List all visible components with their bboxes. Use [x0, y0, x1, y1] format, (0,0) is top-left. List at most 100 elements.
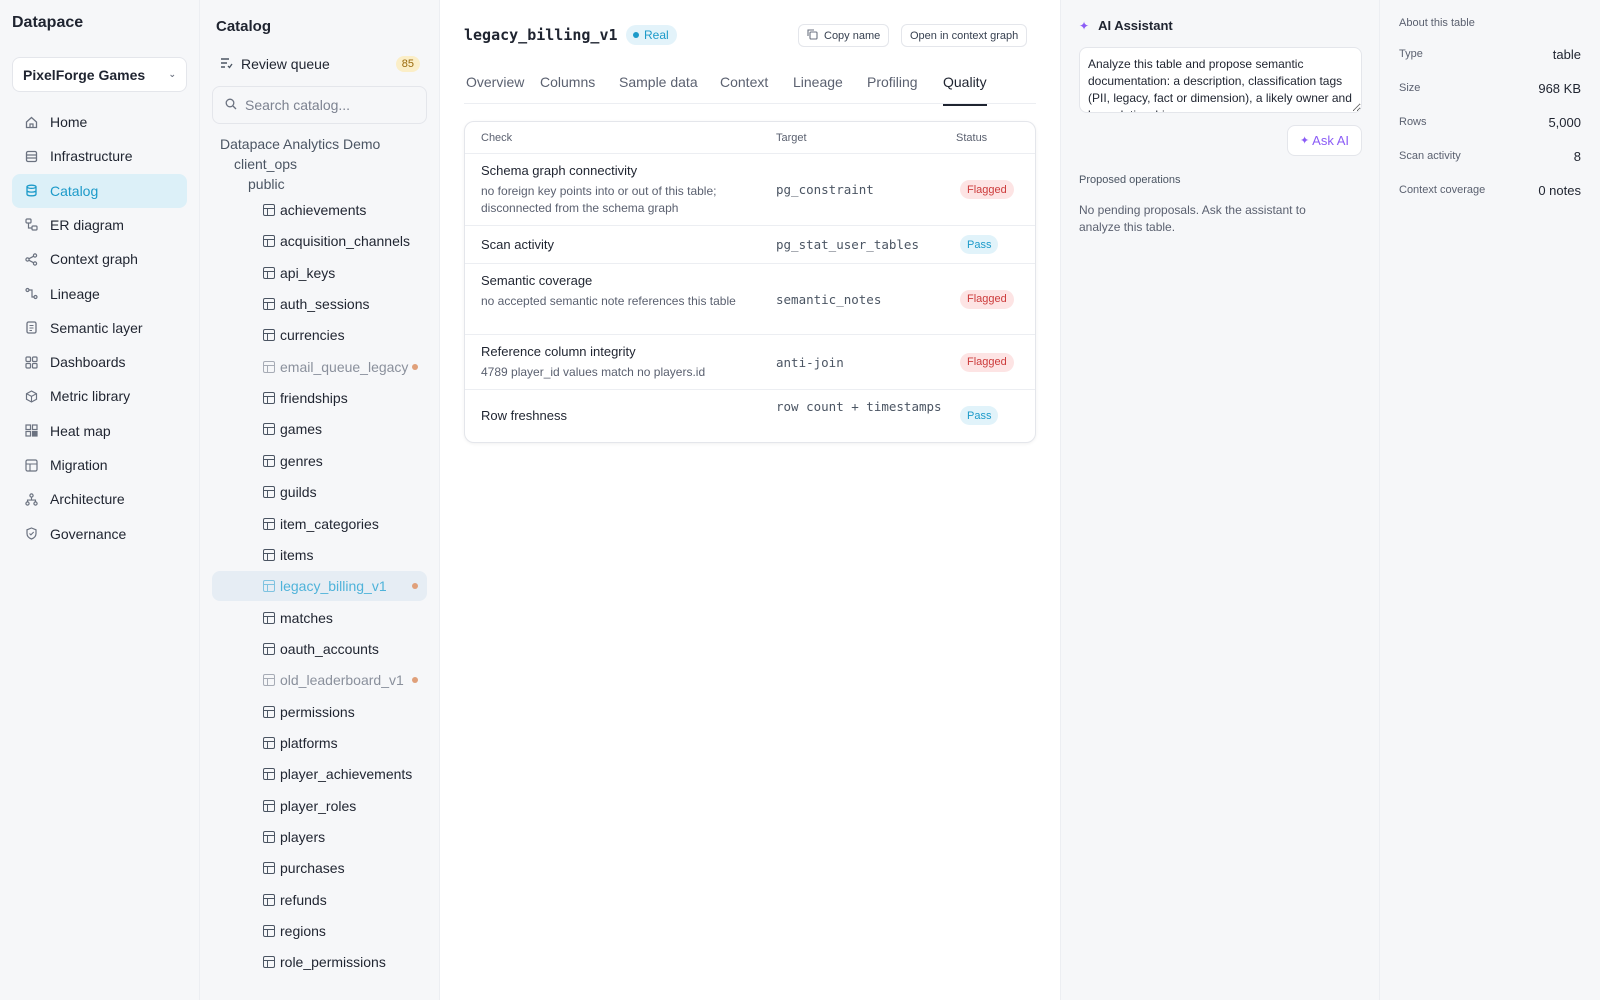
check-title: Reference column integrity: [481, 344, 636, 359]
ai-assistant-title: ✦ AI Assistant: [1079, 18, 1173, 33]
nav-item-governance[interactable]: Governance: [12, 517, 187, 551]
about-row-type: Type table: [1399, 44, 1581, 64]
nav-item-heat-map[interactable]: Heat map: [12, 414, 187, 448]
tab-context[interactable]: Context: [720, 74, 768, 104]
table-item-label: matches: [280, 609, 333, 626]
tab-bar: Overview Columns Sample data Context Lineage…: [464, 62, 1036, 106]
ai-assistant-panel: ✦ AI Assistant ✦ Ask AI Proposed operati…: [1060, 0, 1380, 1000]
nav-item-context-graph[interactable]: Context graph: [12, 242, 187, 276]
table-item-player-roles[interactable]: player_roles: [212, 791, 427, 821]
ai-prompt-input[interactable]: [1079, 47, 1362, 113]
table-item-refunds[interactable]: refunds: [212, 885, 427, 915]
open-context-graph-button[interactable]: Open in context graph: [901, 24, 1028, 47]
table-item-purchases[interactable]: purchases: [212, 853, 427, 883]
table-item-label: item_categories: [280, 515, 379, 532]
table-item-label: purchases: [280, 860, 345, 877]
tab-overview[interactable]: Overview: [466, 74, 524, 104]
nav-item-label: ER diagram: [50, 216, 124, 233]
table-item-label: acquisition_channels: [280, 233, 410, 250]
table-item-platforms[interactable]: platforms: [212, 728, 427, 758]
tab-profiling[interactable]: Profiling: [867, 74, 918, 104]
tab-columns[interactable]: Columns: [540, 74, 595, 104]
main-content: legacy_billing_v1 Real Copy name Open in…: [440, 0, 1060, 1000]
architecture-icon: [24, 492, 38, 506]
table-item-regions[interactable]: regions: [212, 916, 427, 946]
table-item-old-leaderboard-v1[interactable]: old_leaderboard_v1: [212, 665, 427, 695]
nav-item-metric-library[interactable]: Metric library: [12, 379, 187, 413]
tab-quality[interactable]: Quality: [943, 74, 987, 106]
nav-item-label: Architecture: [50, 491, 125, 508]
table-item-items[interactable]: items: [212, 540, 427, 570]
table-icon: [263, 768, 275, 781]
table-item-item-categories[interactable]: item_categories: [212, 509, 427, 539]
table-item-players[interactable]: players: [212, 822, 427, 852]
table-item-currencies[interactable]: currencies: [212, 320, 427, 350]
nav-item-semantic-layer[interactable]: Semantic layer: [12, 311, 187, 345]
table-item-label: friendships: [280, 390, 348, 407]
nav-item-architecture[interactable]: Architecture: [12, 482, 187, 516]
check-description: no foreign key points into or out of thi…: [481, 184, 717, 215]
tree-database[interactable]: Datapace Analytics Demo: [220, 136, 380, 152]
nav-item-label: Metric library: [50, 388, 131, 405]
database-icon: [24, 184, 38, 198]
tab-sample-data[interactable]: Sample data: [619, 74, 698, 104]
nav-item-migration[interactable]: Migration: [12, 448, 187, 482]
page-title: legacy_billing_v1: [464, 26, 618, 44]
nav-item-dashboards[interactable]: Dashboards: [12, 345, 187, 379]
table-icon: [263, 736, 275, 749]
nav-item-label: Home: [50, 114, 88, 130]
nav-item-infrastructure[interactable]: Infrastructure: [12, 139, 187, 173]
proposed-operations-empty: No pending proposals. Ask the assistant …: [1079, 203, 1306, 234]
target-cell: semantic_notes: [776, 291, 882, 307]
nav-item-label: Heat map: [50, 422, 111, 439]
about-key: Size: [1399, 82, 1421, 94]
catalog-search-input[interactable]: [245, 97, 415, 113]
table-icon: [263, 423, 275, 436]
tab-lineage[interactable]: Lineage: [793, 74, 843, 104]
home-icon: [24, 115, 38, 129]
nav-item-home[interactable]: Home: [12, 105, 187, 139]
table-item-api-keys[interactable]: api_keys: [212, 258, 427, 288]
nav-item-label: Context graph: [50, 251, 138, 268]
nav-item-er-diagram[interactable]: ER diagram: [12, 208, 187, 242]
about-value: 5,000: [1548, 114, 1581, 130]
table-item-oauth-accounts[interactable]: oauth_accounts: [212, 634, 427, 664]
table-item-auth-sessions[interactable]: auth_sessions: [212, 289, 427, 319]
catalog-search-box: [212, 86, 427, 124]
table-item-email-queue-legacy[interactable]: email_queue_legacy: [212, 352, 427, 382]
table-item-guilds[interactable]: guilds: [212, 477, 427, 507]
status-badge: Flagged: [960, 352, 1014, 372]
table-item-role-permissions[interactable]: role_permissions: [212, 947, 427, 977]
tree-schema[interactable]: client_ops: [234, 156, 297, 172]
table-item-friendships[interactable]: friendships: [212, 383, 427, 413]
about-value: 0 notes: [1538, 182, 1581, 198]
status-badge: Pass: [960, 235, 999, 254]
cube-icon: [24, 389, 38, 403]
ask-ai-button[interactable]: ✦ Ask AI: [1287, 125, 1362, 156]
table-item-label: items: [280, 546, 314, 563]
table-icon: [263, 956, 275, 969]
about-key: Rows: [1399, 116, 1427, 128]
quality-table: Check Target Status Schema graph connect…: [464, 121, 1036, 443]
table-item-player-achievements[interactable]: player_achievements: [212, 759, 427, 789]
table-icon: [263, 517, 275, 530]
table-item-achievements[interactable]: achievements: [212, 195, 427, 225]
table-row: Row freshness row count + timestamps Pass: [465, 390, 1035, 442]
table-item-permissions[interactable]: permissions: [212, 697, 427, 727]
table-item-acquisition-channels[interactable]: acquisition_channels: [212, 226, 427, 256]
table-item-legacy-billing-v1[interactable]: legacy_billing_v1: [212, 571, 427, 602]
tree-subschema[interactable]: public: [248, 176, 285, 192]
table-item-genres[interactable]: genres: [212, 446, 427, 476]
table-item-games[interactable]: games: [212, 414, 427, 444]
copy-name-button[interactable]: Copy name: [798, 24, 890, 47]
workspace-selector[interactable]: PixelForge Games ⌄: [12, 57, 187, 92]
table-icon: [263, 925, 275, 938]
table-icon: [263, 329, 275, 342]
nav-item-lineage[interactable]: Lineage: [12, 277, 187, 311]
table-icon: [263, 674, 275, 687]
check-cell: Row freshness: [481, 408, 751, 423]
nav-item-catalog[interactable]: Catalog: [12, 173, 187, 208]
review-queue-link[interactable]: Review queue 85: [220, 52, 420, 76]
table-item-label: email_queue_legacy: [280, 358, 409, 375]
table-item-matches[interactable]: matches: [212, 603, 427, 633]
